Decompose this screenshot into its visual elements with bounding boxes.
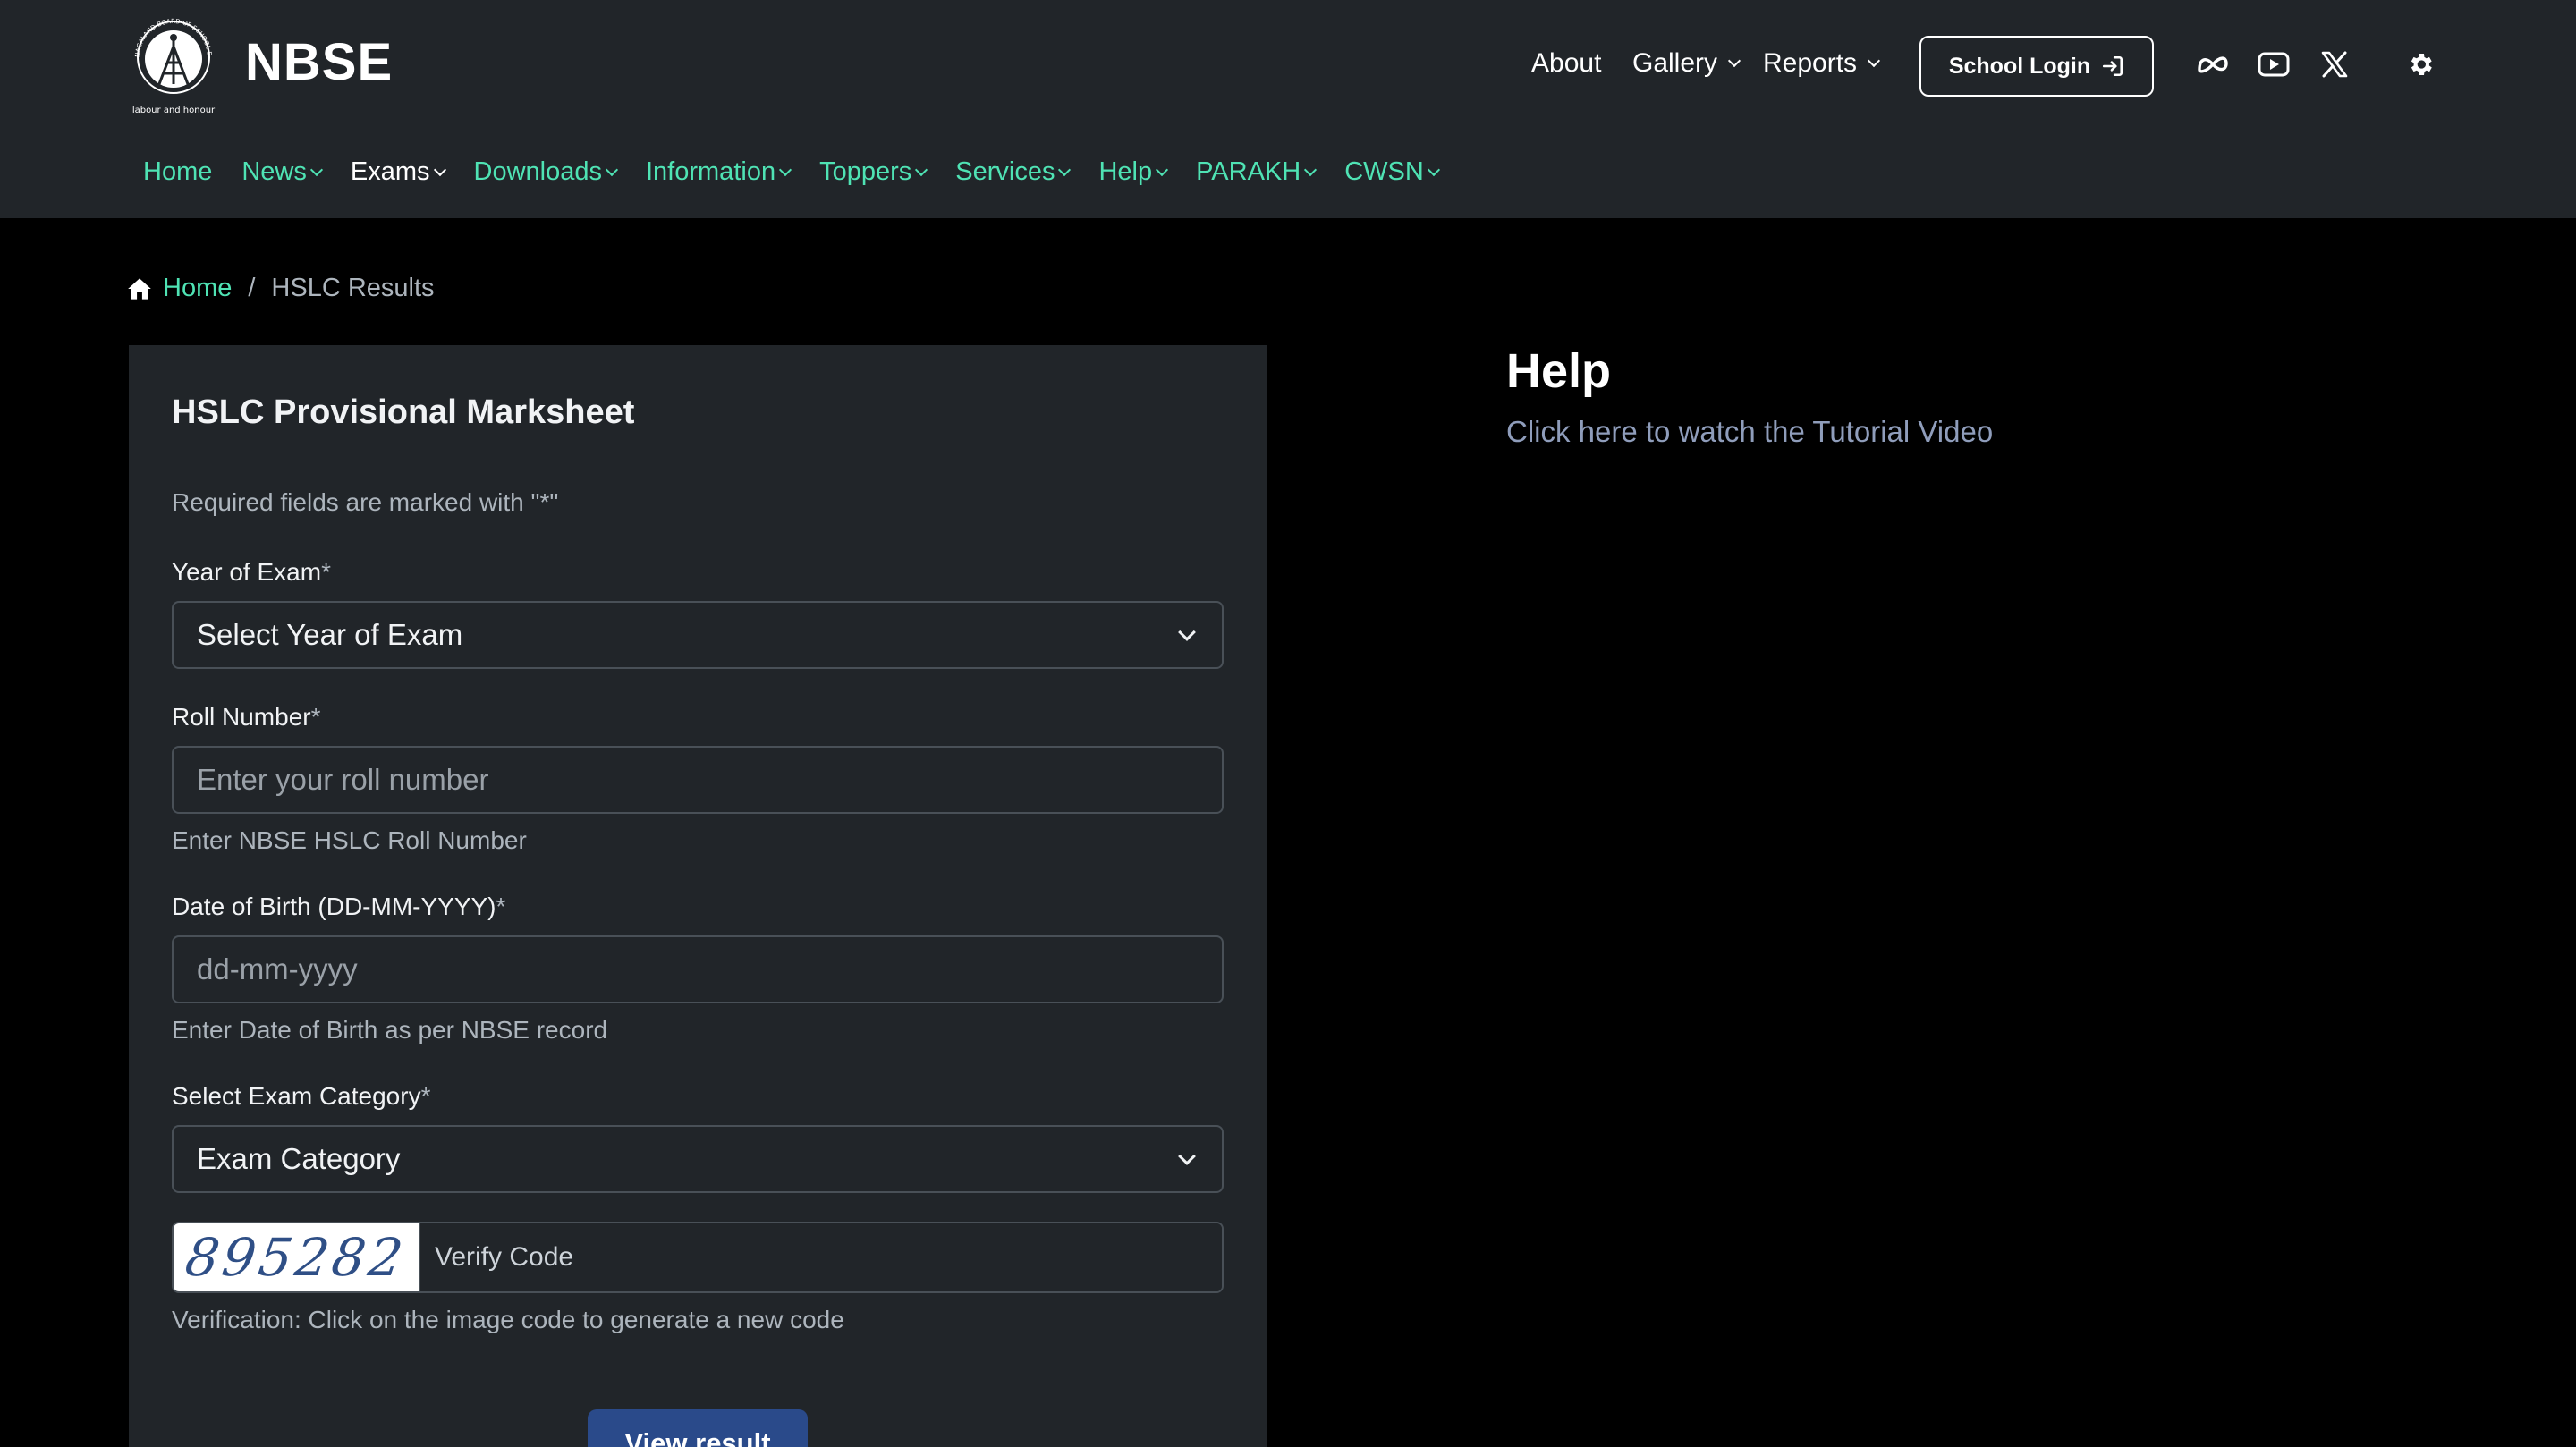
dob-label-text: Date of Birth (DD-MM-YYYY) <box>172 893 496 920</box>
verify-code-input[interactable] <box>420 1223 1222 1291</box>
chevron-down-icon <box>309 163 323 176</box>
nav-home-label: Home <box>143 157 213 186</box>
required-asterisk: * <box>321 558 331 586</box>
chevron-down-icon <box>1178 623 1196 641</box>
nav-home[interactable]: Home <box>143 157 212 187</box>
help-heading: Help <box>1506 344 1612 398</box>
brand-name[interactable]: NBSE <box>245 32 393 92</box>
nav-information-label: Information <box>646 157 776 186</box>
view-result-button[interactable]: View result <box>588 1409 808 1447</box>
chevron-down-icon <box>433 163 446 176</box>
required-asterisk: * <box>496 893 506 920</box>
chevron-down-icon <box>1867 54 1881 68</box>
year-of-exam-selected-value: Select Year of Exam <box>197 618 463 651</box>
chevron-down-icon <box>605 163 619 176</box>
nav-toppers-label: Toppers <box>819 157 912 186</box>
x-twitter-icon[interactable] <box>2315 45 2354 84</box>
year-of-exam-select[interactable]: Select Year of Exam <box>172 601 1224 669</box>
chevron-down-icon <box>1156 163 1169 176</box>
breadcrumb-home-label: Home <box>163 274 233 302</box>
about-label: About <box>1531 48 1602 78</box>
marksheet-form-card: HSLC Provisional Marksheet Required fiel… <box>129 345 1267 1447</box>
breadcrumb: Home / HSLC Results <box>127 274 435 303</box>
nbse-logo[interactable]: NAGALAND BOARD OF SCHOOL EDUCATION labou… <box>127 11 220 118</box>
form-title: HSLC Provisional Marksheet <box>172 393 635 431</box>
school-login-button[interactable]: School Login <box>1919 36 2154 97</box>
required-asterisk: * <box>420 1082 431 1110</box>
roll-number-label-text: Roll Number <box>172 703 311 731</box>
gear-icon[interactable] <box>2401 45 2440 84</box>
year-of-exam-label-text: Year of Exam <box>172 558 322 586</box>
nav-parakh-label: PARAKH <box>1196 157 1301 186</box>
nav-exams[interactable]: Exams <box>350 157 446 187</box>
nav-news-label: News <box>242 157 307 186</box>
nav-cwsn-label: CWSN <box>1344 157 1424 186</box>
exam-category-selected-value: Exam Category <box>197 1142 401 1175</box>
nav-services-label: Services <box>955 157 1055 186</box>
nav-cwsn[interactable]: CWSN <box>1344 157 1440 187</box>
captcha-hint: Verification: Click on the image code to… <box>172 1306 844 1333</box>
meta-icon[interactable] <box>2193 45 2233 84</box>
nav-downloads[interactable]: Downloads <box>473 157 619 187</box>
nav-downloads-label: Downloads <box>473 157 602 186</box>
roll-number-input[interactable] <box>172 746 1224 814</box>
roll-number-label: Roll Number* <box>172 703 321 732</box>
nav-gallery-dropdown[interactable]: Gallery <box>1632 48 1741 79</box>
dob-input[interactable] <box>172 935 1224 1003</box>
chevron-down-icon <box>1178 1147 1196 1165</box>
tutorial-video-link[interactable]: Click here to watch the Tutorial Video <box>1506 415 1993 449</box>
login-icon <box>2103 55 2123 77</box>
exam-category-select[interactable]: Exam Category <box>172 1125 1224 1193</box>
dob-label: Date of Birth (DD-MM-YYYY)* <box>172 893 505 921</box>
nav-help[interactable]: Help <box>1098 157 1169 187</box>
roll-number-hint: Enter NBSE HSLC Roll Number <box>172 826 527 854</box>
nav-news[interactable]: News <box>242 157 323 187</box>
chevron-down-icon <box>779 163 792 176</box>
main-navigation: Home News Exams Downloads Information To… <box>143 157 1468 187</box>
site-header: NAGALAND BOARD OF SCHOOL EDUCATION labou… <box>0 0 2576 218</box>
chevron-down-icon <box>1058 163 1072 176</box>
breadcrumb-current: HSLC Results <box>271 274 435 302</box>
gallery-label: Gallery <box>1632 48 1718 78</box>
exam-category-label: Select Exam Category* <box>172 1082 430 1111</box>
nav-reports-dropdown[interactable]: Reports <box>1763 48 1881 79</box>
required-asterisk: * <box>310 703 321 731</box>
nav-information[interactable]: Information <box>646 157 792 187</box>
breadcrumb-separator: / <box>248 274 256 302</box>
exam-category-label-text: Select Exam Category <box>172 1082 421 1110</box>
required-fields-note: Required fields are marked with "*" <box>172 488 559 516</box>
nav-services[interactable]: Services <box>955 157 1072 187</box>
chevron-down-icon <box>1427 163 1440 176</box>
youtube-icon[interactable] <box>2254 45 2293 84</box>
nav-parakh[interactable]: PARAKH <box>1196 157 1318 187</box>
captcha-image[interactable]: 895282 <box>174 1223 420 1291</box>
captcha-code: 895282 <box>182 1227 411 1288</box>
reports-label: Reports <box>1763 48 1858 78</box>
chevron-down-icon <box>1304 163 1318 176</box>
captcha-group: 895282 <box>172 1222 1224 1293</box>
school-login-label: School Login <box>1948 53 2091 79</box>
chevron-down-icon <box>1727 54 1741 68</box>
year-of-exam-label: Year of Exam* <box>172 558 331 587</box>
logo-motto: labour and honour <box>132 106 216 115</box>
breadcrumb-home-link[interactable]: Home <box>127 274 232 303</box>
dob-hint: Enter Date of Birth as per NBSE record <box>172 1016 608 1044</box>
nav-about-link[interactable]: About <box>1531 48 1601 79</box>
home-icon <box>128 277 151 300</box>
nav-exams-label: Exams <box>350 157 430 186</box>
chevron-down-icon <box>915 163 928 176</box>
nav-toppers[interactable]: Toppers <box>819 157 928 187</box>
nav-help-label: Help <box>1098 157 1153 186</box>
